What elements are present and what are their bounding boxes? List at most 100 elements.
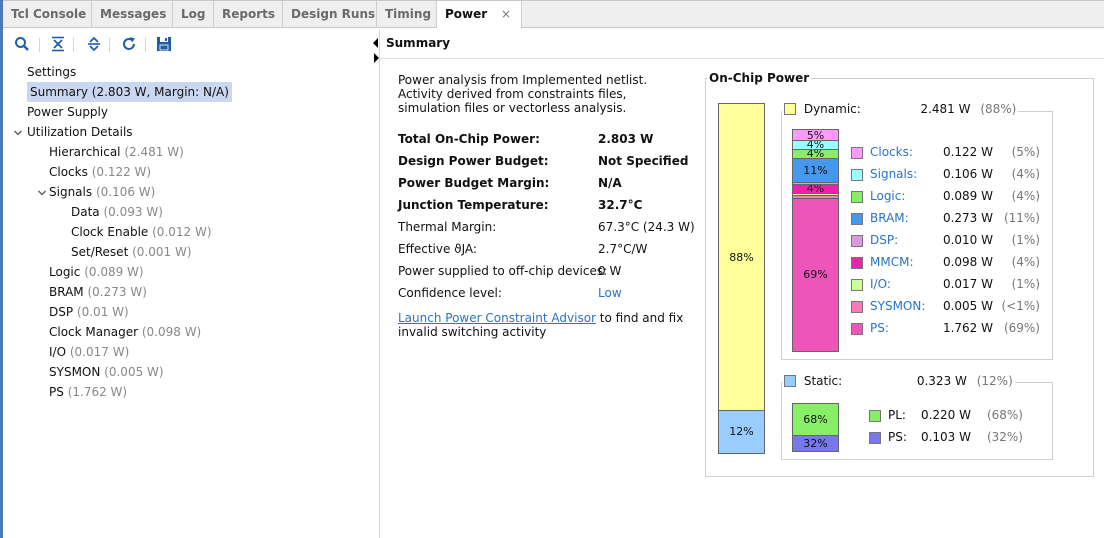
legend-pct-i-o: (1%) — [1011, 277, 1040, 291]
dynamic-pct: (88%) — [980, 102, 1017, 116]
refresh-icon[interactable] — [120, 35, 138, 53]
summary-intro: Power analysis from Implemented netlist.… — [398, 73, 648, 115]
tree-item-dsp[interactable]: DSP (0.01 W) — [49, 302, 129, 322]
legend-swatch-clocks — [851, 147, 863, 159]
tree-item-io[interactable]: I/O (0.017 W) — [49, 342, 129, 362]
tree-label: Utilization Details — [27, 125, 133, 139]
legend-swatch-mmcm — [851, 257, 863, 269]
tree-value: (0.01 W) — [76, 305, 129, 319]
label-power-budget-margin: Power Budget Margin: — [398, 176, 550, 190]
tree-item-clocks[interactable]: Clocks (0.122 W) — [49, 162, 151, 182]
dynamic-label: Dynamic: — [803, 102, 861, 116]
tab-label: Power — [445, 7, 488, 21]
bar-segment-clocks: 5% — [793, 130, 838, 142]
value-thermal-margin: 67.3°C (24.3 W) — [598, 220, 695, 234]
dynamic-breakdown-bar: 5% 4% 4% 11% 4% 69% — [792, 129, 839, 352]
legend-name-signals[interactable]: Signals: — [870, 167, 917, 181]
tree-value: (0.017 W) — [69, 345, 130, 359]
dynamic-swatch — [784, 103, 796, 115]
label-junction-temperature: Junction Temperature: — [398, 198, 549, 212]
legend-pct-signals: (4%) — [1011, 167, 1040, 181]
legend-name-i-o[interactable]: I/O: — [870, 277, 891, 291]
tree-item-clock-manager[interactable]: Clock Manager (0.098 W) — [49, 322, 201, 342]
tree-item-data[interactable]: Data (0.093 W) — [71, 202, 163, 222]
legend-name-ps: PS: — [888, 430, 907, 444]
legend-pct-sysmon: (<1%) — [1001, 299, 1040, 313]
tree-item-signals[interactable]: Signals (0.106 W) — [49, 182, 155, 202]
tab-label: Log — [181, 7, 206, 21]
legend-name-dsp[interactable]: DSP: — [870, 233, 898, 247]
tree-item-logic[interactable]: Logic (0.089 W) — [49, 262, 144, 282]
bar-segment-pl: 68% — [793, 404, 838, 436]
tree-value: (2.481 W) — [124, 145, 184, 159]
legend-swatch-dsp — [851, 235, 863, 247]
bar-segment-mmcm: 4% — [793, 185, 838, 195]
legend-pct-dsp: (1%) — [1011, 233, 1040, 247]
label-confidence-level: Confidence level: — [398, 286, 502, 300]
tree-item-settings[interactable]: Settings — [27, 62, 76, 82]
tree-item-ps[interactable]: PS (1.762 W) — [49, 382, 127, 402]
label-thermal-margin: Thermal Margin: — [398, 220, 497, 234]
legend-name-logic[interactable]: Logic: — [870, 189, 905, 203]
legend-name-clocks[interactable]: Clocks: — [870, 145, 913, 159]
tree-label: Clocks — [49, 165, 88, 179]
tree-toolbar — [3, 30, 379, 58]
launch-power-constraint-advisor-link[interactable]: Launch Power Constraint Advisor — [398, 311, 596, 325]
tab-label: Tcl Console — [11, 7, 87, 21]
search-icon[interactable] — [13, 35, 31, 53]
tree-item-utilization-details[interactable]: Utilization Details — [27, 122, 133, 142]
legend-pct-clocks: (5%) — [1011, 145, 1040, 159]
tree-label: Power Supply — [27, 105, 108, 119]
split-divider[interactable] — [379, 30, 380, 538]
tree-item-clock-enable[interactable]: Clock Enable (0.012 W) — [71, 222, 212, 242]
tree-item-power-supply[interactable]: Power Supply — [27, 102, 108, 122]
confidence-level-link[interactable]: Low — [598, 286, 622, 300]
legend-value-i-o: 0.017 W — [942, 277, 993, 291]
collapse-all-icon[interactable] — [49, 35, 67, 53]
tree-label: Summary (2.803 W, Margin: N/A) — [30, 85, 229, 99]
tree-item-bram[interactable]: BRAM (0.273 W) — [49, 282, 147, 302]
bar-segment-ps: 32% — [793, 435, 838, 451]
static-label: Static: — [803, 374, 843, 388]
tree-item-set-reset[interactable]: Set/Reset (0.001 W) — [71, 242, 192, 262]
dynamic-value: 2.481 W — [920, 102, 971, 116]
legend-value-pl: 0.220 W — [920, 408, 971, 422]
bar-segment-signals: 4% — [793, 141, 838, 150]
tab-log[interactable]: Log — [173, 1, 214, 28]
tree-item-sysmon[interactable]: SYSMON (0.005 W) — [49, 362, 164, 382]
legend-swatch-ps — [851, 323, 863, 335]
close-icon[interactable]: × — [501, 1, 511, 27]
overall-power-bar: 88% 12% — [718, 103, 765, 454]
legend-value-logic: 0.089 W — [942, 189, 993, 203]
chevron-down-icon[interactable] — [37, 187, 47, 197]
tree-item-hierarchical[interactable]: Hierarchical (2.481 W) — [49, 142, 184, 162]
legend-value-ps: 1.762 W — [942, 321, 993, 335]
tree-item-summary[interactable]: Summary (2.803 W, Margin: N/A) — [27, 82, 232, 102]
tab-tcl-console[interactable]: Tcl Console — [3, 1, 92, 28]
legend-name-ps[interactable]: PS: — [870, 321, 889, 335]
tab-reports[interactable]: Reports — [214, 1, 283, 28]
save-icon[interactable] — [155, 35, 173, 53]
tab-design-runs[interactable]: Design Runs — [283, 1, 377, 28]
expand-right-arrow-icon[interactable] — [374, 53, 379, 63]
value-power-budget-margin: N/A — [598, 176, 622, 190]
tab-power[interactable]: Power × — [437, 1, 522, 29]
tree-label: SYSMON — [49, 365, 101, 379]
legend-name-bram[interactable]: BRAM: — [870, 211, 909, 225]
legend-name-sysmon[interactable]: SYSMON: — [870, 299, 925, 313]
tree-value: (0.106 W) — [95, 185, 156, 199]
chevron-down-icon[interactable] — [13, 127, 23, 137]
legend-swatch-sysmon — [851, 301, 863, 313]
tree-label: Hierarchical — [49, 145, 121, 159]
legend-name-mmcm[interactable]: MMCM: — [870, 255, 913, 269]
legend-value-mmcm: 0.098 W — [942, 255, 993, 269]
legend-pct-pl: (68%) — [986, 408, 1023, 422]
value-off-chip-power: 0 W — [598, 264, 622, 278]
bar-segment-static: 12% — [719, 411, 764, 453]
legend-name-pl: PL: — [888, 408, 906, 422]
collapse-left-arrow-icon[interactable] — [373, 38, 378, 48]
expand-all-icon[interactable] — [85, 35, 103, 53]
tree-value: (0.093 W) — [103, 205, 163, 219]
tab-messages[interactable]: Messages — [92, 1, 173, 28]
tab-timing[interactable]: Timing — [377, 1, 437, 28]
